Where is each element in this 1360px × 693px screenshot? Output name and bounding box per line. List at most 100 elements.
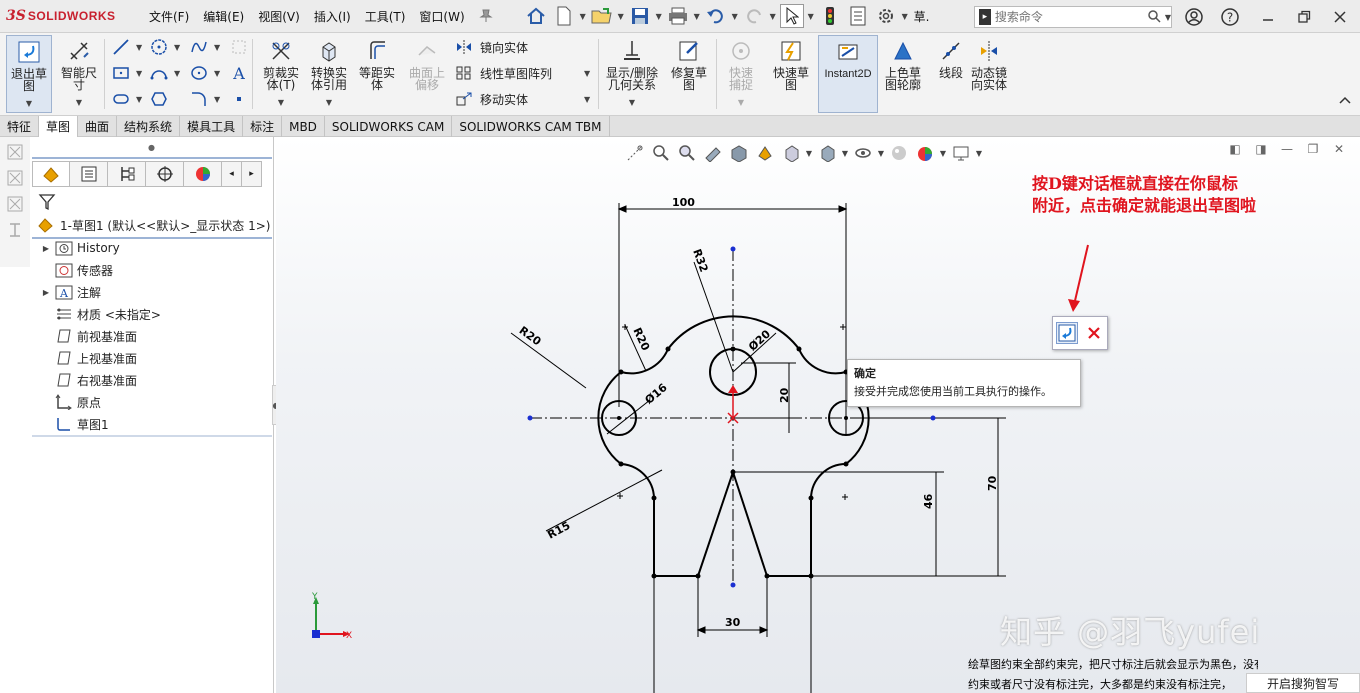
print-dropdown-icon[interactable]: ▼	[692, 12, 702, 21]
ok-confirm-button[interactable]	[1056, 322, 1078, 344]
search-command-input[interactable]	[994, 10, 1145, 24]
move-dropdown-icon[interactable]: ▼	[584, 95, 590, 104]
offset-entities-button[interactable]: 等距实体	[354, 35, 400, 113]
options-gear-icon[interactable]	[874, 4, 898, 28]
linear-pattern-dropdown-icon[interactable]: ▼	[584, 69, 590, 78]
quick-toolbar-overflow[interactable]: 草.	[910, 8, 934, 25]
dim-dia16[interactable]: Ø16	[642, 381, 670, 407]
undo-dropdown-icon[interactable]: ▼	[730, 12, 740, 21]
spline-tool-icon[interactable]	[188, 37, 210, 57]
dim-r32[interactable]: R32	[690, 247, 710, 274]
tab-7[interactable]: SOLIDWORKS CAM	[325, 116, 453, 137]
point-polygon-icon[interactable]	[148, 89, 170, 109]
dim-100[interactable]: 100	[672, 196, 695, 209]
fillet-tool-icon[interactable]	[188, 89, 210, 109]
quick-snaps-dropdown-icon[interactable]: ▼	[738, 97, 744, 109]
dim-20[interactable]: 20	[778, 387, 791, 403]
menu-file[interactable]: 文件(F)	[142, 8, 196, 25]
smart-dimension-dropdown-icon[interactable]: ▼	[76, 97, 82, 109]
tree-item-annotations[interactable]: ▶ A 注解	[38, 281, 101, 303]
tab-dimxpert-manager[interactable]	[146, 161, 184, 187]
tree-item-sensors[interactable]: 传感器	[38, 259, 113, 281]
tab-feature-manager[interactable]	[32, 161, 70, 187]
graphics-area[interactable]: ◧ ◨ — ❐ ✕ ▼ ▼ ▼ ▼ ▼ 100 R32 R20 Ø20 R20 …	[276, 137, 1360, 693]
sogou-smart-write-button[interactable]: 开启搜狗智写	[1246, 673, 1360, 693]
dim-r15[interactable]: R15	[545, 519, 572, 542]
point-tool-icon[interactable]	[228, 89, 250, 109]
tree-item-top-plane[interactable]: 上视基准面	[38, 347, 137, 369]
convert-entities-button[interactable]: 转换实体引用 ▼	[306, 35, 352, 113]
new-dropdown-icon[interactable]: ▼	[578, 12, 588, 21]
slot-tool-dropdown-icon[interactable]: ▼	[136, 95, 142, 104]
dim-r20-inner[interactable]: R20	[630, 326, 652, 353]
open-folder-icon[interactable]	[590, 4, 614, 28]
tree-item-origin[interactable]: 原点	[38, 391, 101, 413]
user-account-icon[interactable]	[1182, 6, 1206, 28]
select-arrow-icon[interactable]	[779, 4, 804, 28]
tab-configuration-manager[interactable]	[108, 161, 146, 187]
trim-dropdown-icon[interactable]: ▼	[278, 97, 284, 109]
circle-tool-icon[interactable]	[148, 37, 170, 57]
text-cursor-icon[interactable]	[4, 219, 26, 241]
sketch-check-icon[interactable]	[4, 193, 26, 215]
exit-sketch-button[interactable]: 退出草图 ▼	[6, 35, 52, 113]
mirror-entities-button[interactable]: 镜向实体	[454, 36, 528, 58]
shaded-sketch-contours-button[interactable]: 上色草图轮廓	[880, 35, 926, 113]
slot-tool-icon[interactable]	[110, 89, 132, 109]
menu-window[interactable]: 窗口(W)	[412, 8, 471, 25]
redo-icon[interactable]	[742, 4, 766, 28]
polygon-tool-icon[interactable]	[188, 63, 210, 83]
rectangle-tool-icon[interactable]	[110, 63, 132, 83]
undo-icon[interactable]	[704, 4, 728, 28]
linear-sketch-pattern-button[interactable]: 线性草图阵列	[454, 62, 552, 84]
pin-icon[interactable]	[474, 4, 498, 28]
line-tool-icon[interactable]	[110, 37, 132, 57]
open-dropdown-icon[interactable]: ▼	[616, 12, 626, 21]
tab-6[interactable]: MBD	[282, 116, 325, 137]
command-search-box[interactable]: ▸ ▼	[974, 6, 1172, 28]
dim-r20-outer[interactable]: R20	[517, 324, 544, 349]
redo-dropdown-icon[interactable]: ▼	[768, 12, 778, 21]
tree-item-front-plane[interactable]: 前视基准面	[38, 325, 137, 347]
trim-entities-button[interactable]: 剪裁实体(T) ▼	[258, 35, 304, 113]
tab-8[interactable]: SOLIDWORKS CAM TBM	[452, 116, 610, 137]
spline-tool-dropdown-icon[interactable]: ▼	[214, 43, 220, 52]
new-document-icon[interactable]	[552, 4, 576, 28]
rapid-sketch-button[interactable]: 快速草图	[768, 35, 814, 113]
collapse-ribbon-icon[interactable]	[1338, 93, 1352, 110]
tree-item-sketch1[interactable]: 草图1	[38, 413, 109, 435]
display-delete-relations-button[interactable]: 显示/删除几何关系 ▼	[602, 35, 662, 113]
polygon-tool-dropdown-icon[interactable]: ▼	[214, 69, 220, 78]
options-dropdown-icon[interactable]: ▼	[900, 12, 910, 21]
cancel-close-icon[interactable]	[1084, 323, 1104, 343]
dim-46[interactable]: 46	[922, 493, 935, 509]
quick-snaps-button[interactable]: 快速捕捉 ▼	[718, 35, 764, 113]
sketch-check-icon[interactable]	[4, 141, 26, 163]
sketch-plane-icon[interactable]	[228, 37, 250, 57]
rectangle-tool-dropdown-icon[interactable]: ▼	[136, 69, 142, 78]
filter-icon[interactable]	[38, 193, 56, 211]
dim-70[interactable]: 70	[986, 475, 999, 491]
help-icon[interactable]: ?	[1218, 6, 1242, 28]
tab-4[interactable]: 模具工具	[180, 116, 244, 137]
panel-scroll-right-icon[interactable]: ▸	[242, 161, 262, 187]
expand-arrow-icon[interactable]: ▶	[38, 288, 54, 297]
smart-dimension-button[interactable]: 智能尺寸 ▼	[56, 35, 102, 113]
convert-dropdown-icon[interactable]: ▼	[326, 97, 332, 109]
move-entities-button[interactable]: 移动实体	[454, 88, 528, 110]
tree-item-history[interactable]: ▶ History	[38, 237, 120, 259]
instant2d-button[interactable]: Instant2D	[818, 35, 878, 113]
tab-5[interactable]: 标注	[243, 116, 283, 137]
fillet-tool-dropdown-icon[interactable]: ▼	[214, 95, 220, 104]
tab-display-manager[interactable]	[184, 161, 222, 187]
dim-30[interactable]: 30	[725, 616, 741, 629]
tab-3[interactable]: 结构系统	[117, 116, 181, 137]
expand-arrow-icon[interactable]: ▶	[38, 244, 54, 253]
text-tool-icon[interactable]: A	[228, 63, 250, 83]
tab-2[interactable]: 曲面	[78, 116, 118, 137]
dynamic-mirror-button[interactable]: 动态镜向实体	[966, 35, 1012, 113]
restore-window-icon[interactable]	[1292, 6, 1316, 28]
sketch-check-icon[interactable]	[4, 167, 26, 189]
sketch-origin-icon[interactable]	[727, 385, 739, 424]
tab-property-manager[interactable]	[70, 161, 108, 187]
